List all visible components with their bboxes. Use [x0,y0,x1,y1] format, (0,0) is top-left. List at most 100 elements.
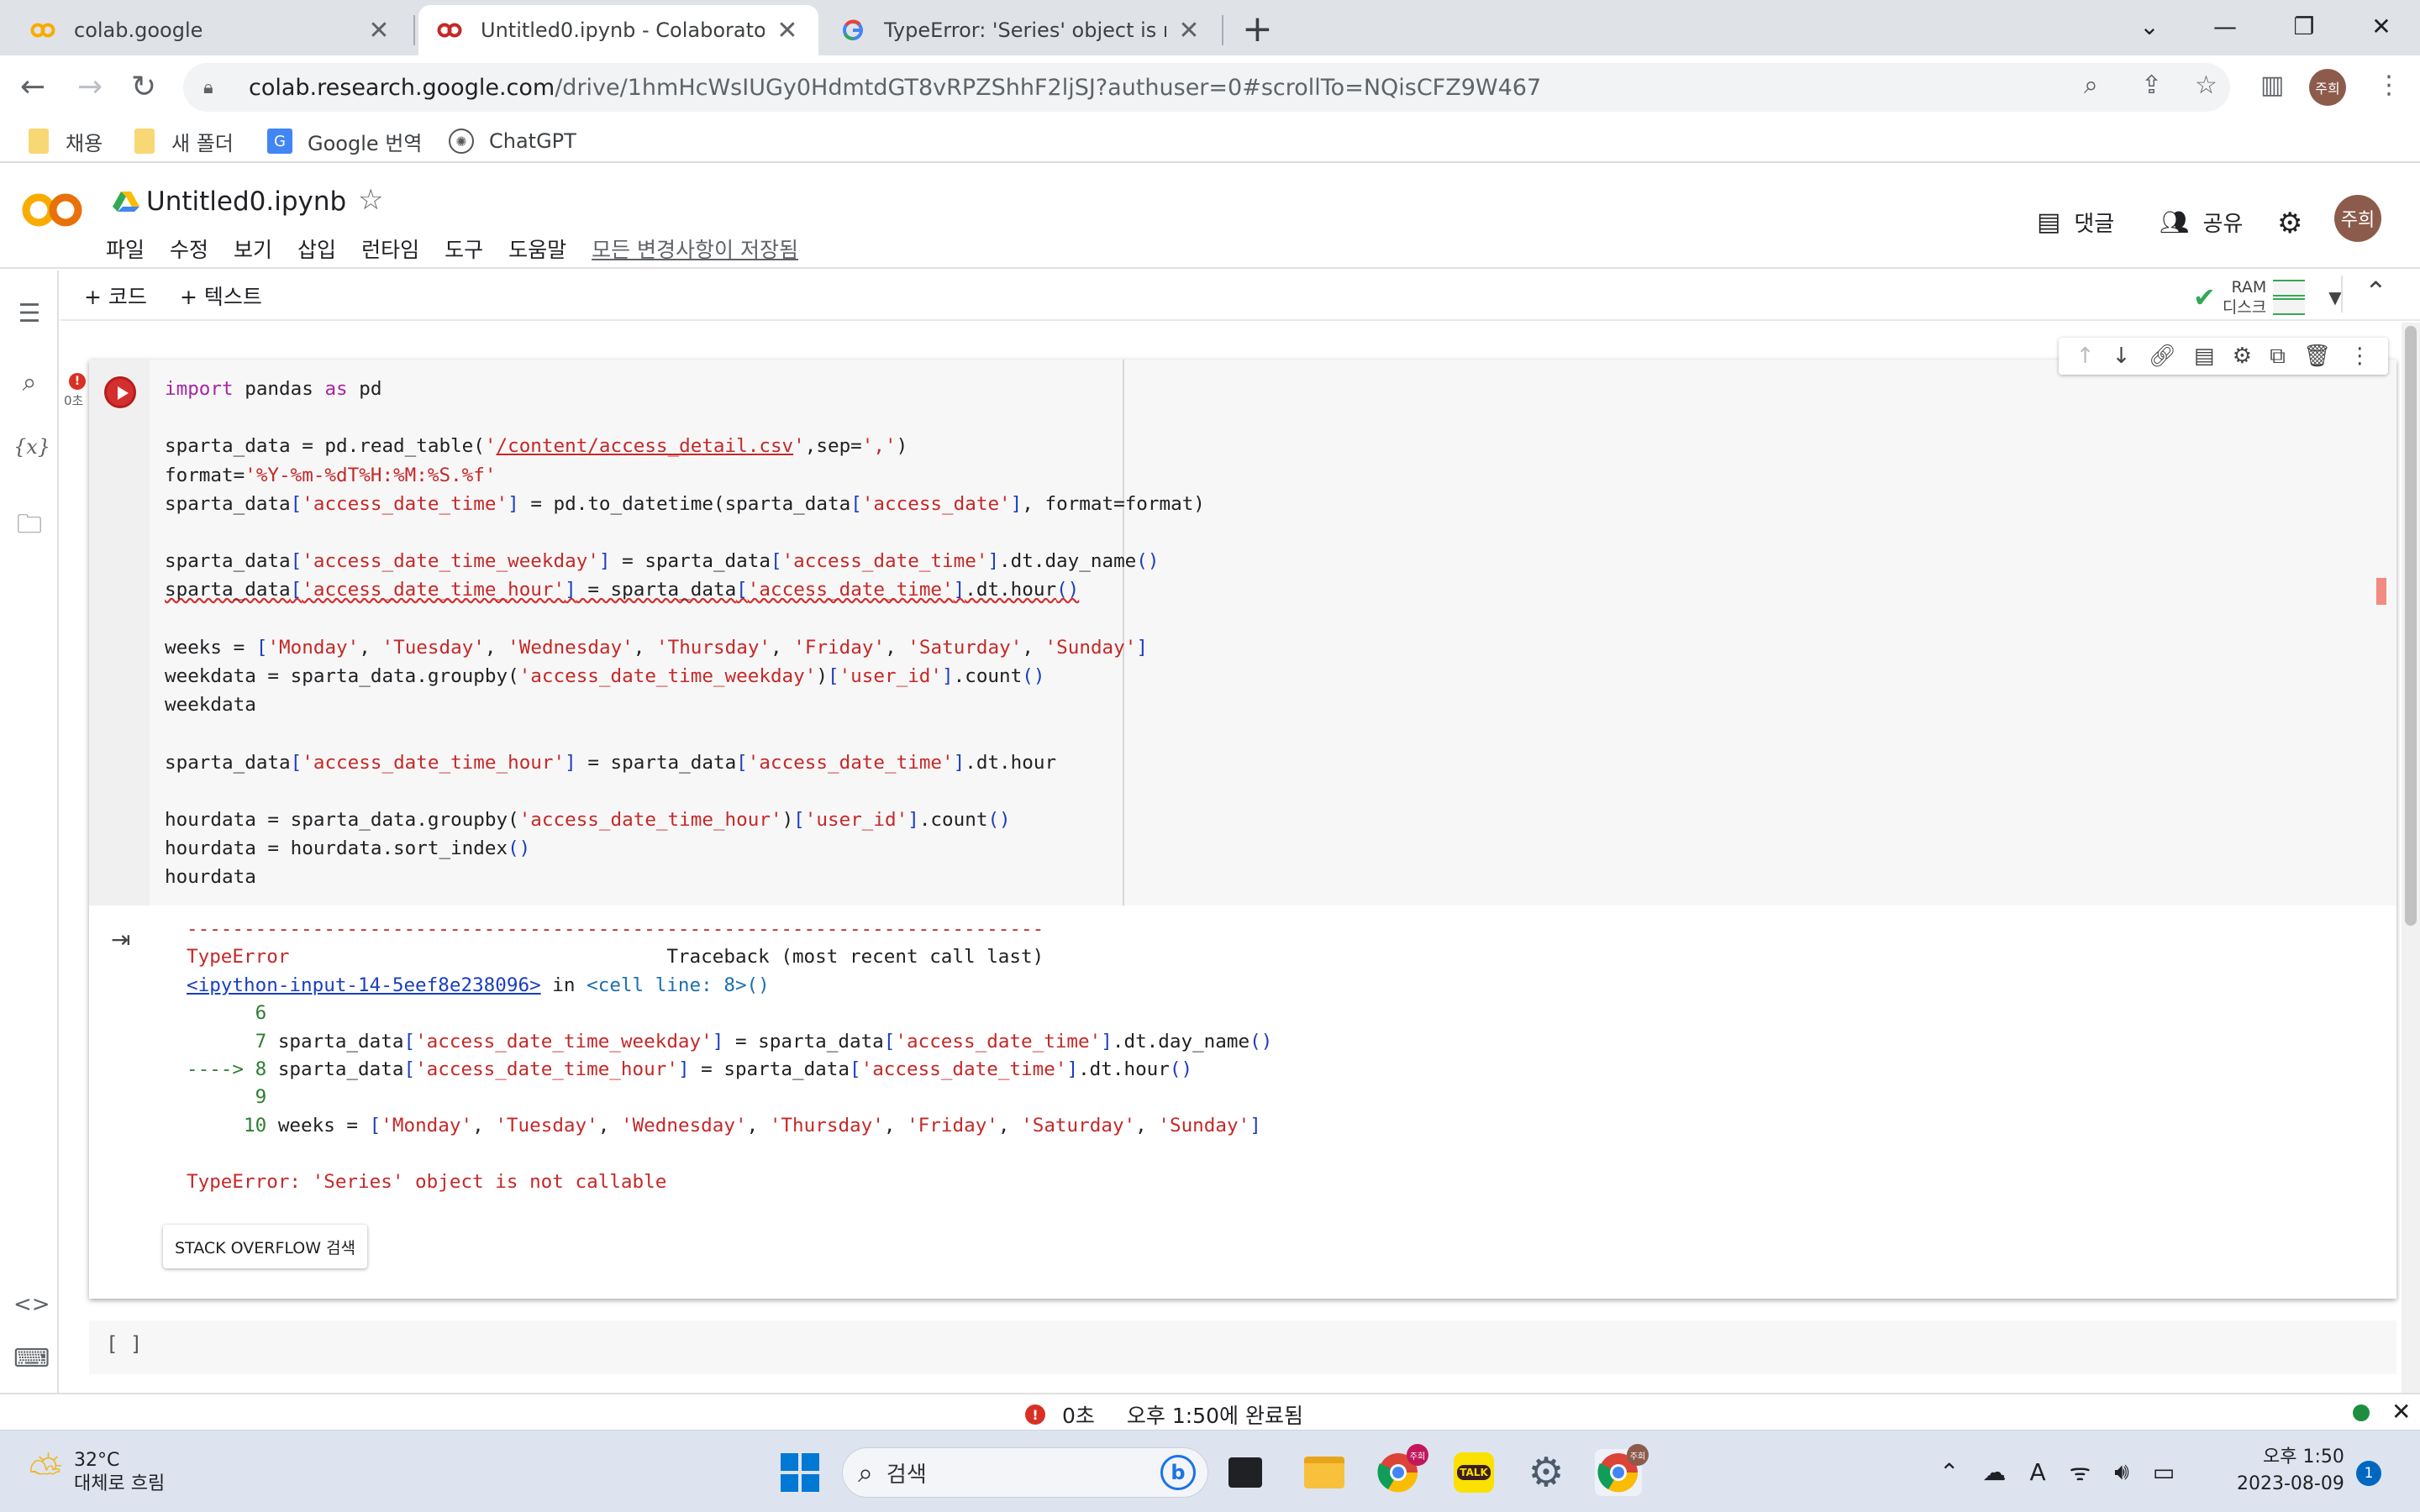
google-drive-icon[interactable] [113,190,139,217]
bookmark-chatgpt[interactable]: ✺ ChatGPT [449,124,576,158]
minimize-button[interactable]: — [2185,5,2265,47]
menu-file[interactable]: 파일 [106,234,145,264]
font-icon[interactable]: A [2029,1458,2045,1486]
add-code-button[interactable]: + 코드 [84,281,147,311]
mirror-cell-icon[interactable]: ⧉ [2270,344,2286,370]
reload-icon[interactable]: ↻ [131,69,156,106]
settings-gear-icon[interactable]: ⚙ [2233,344,2252,369]
resource-monitor[interactable]: ✔ RAM 디스크 ▼ [2193,277,2342,318]
windows-start-icon[interactable] [776,1449,823,1496]
tab-typeerror[interactable]: TypeError: 'Series' object is not ✕ [822,5,1220,55]
taskbar-search[interactable]: ⌕ 검색 b [842,1447,1208,1498]
stackoverflow-search-button[interactable]: STACK OVERFLOW 검색 [163,1225,368,1268]
ipython-input-link[interactable]: <ipython-input-14-5eef8e238096> [187,974,541,996]
saved-status[interactable]: 모든 변경사항이 저장됨 [592,234,798,264]
new-tab-button[interactable]: + [1242,8,1273,50]
folder-icon [134,129,155,154]
cell-toolbar: ↑ ↓ 🔗︎ ▤ ⚙ ⧉ 🗑︎ ⋮ [2059,338,2388,375]
chrome-active-icon[interactable]: 주희 [1595,1444,1649,1496]
comment-icon[interactable]: ▤ [2194,344,2215,369]
scrollbar-thumb[interactable] [2405,326,2417,926]
menu-tools[interactable]: 도구 [445,234,483,264]
battery-icon[interactable]: ▭ [2153,1458,2175,1486]
windows-taskbar: ⛅︎ 32°C 대체로 흐림 ⌕ 검색 b 주희 TALK ⚙ 주희 ⌃ ☁ A … [0,1430,2420,1512]
menu-insert[interactable]: 삽입 [297,234,336,264]
comment-icon: ▤ [2037,207,2061,237]
code-cell[interactable]: import pandas as pd sparta_data = pd.rea… [89,360,2396,1299]
bookmark-folder[interactable]: 새 폴더 [134,124,234,158]
wifi-icon[interactable]: ᯤ [2070,1456,2091,1488]
kebab-menu-icon[interactable]: ⋮ [2376,71,2402,100]
comment-button[interactable]: ▤ 댓글 [2037,207,2114,238]
tab-search-chevron-icon[interactable]: ⌄ [2109,5,2190,47]
close-icon[interactable]: ✕ [2391,1398,2411,1425]
folder-icon[interactable]: 🗀︎ [13,506,45,549]
output-actions-icon[interactable]: ⇥ [111,926,130,953]
menu-help[interactable]: 도움말 [508,234,566,264]
link-icon[interactable]: 🔗︎ [2149,344,2176,369]
notification-badge[interactable]: 1 [2356,1461,2381,1486]
forward-arrow-icon[interactable]: → [77,69,103,106]
share-page-icon[interactable]: ⇪ [2141,71,2162,100]
terminal-icon[interactable]: ⌨ [13,1344,50,1373]
zoom-icon[interactable]: ⌕ [2084,71,2098,100]
dropdown-arrow-icon[interactable]: ▼ [2328,287,2341,307]
restore-button[interactable]: ❐ [2264,5,2344,47]
settings-gear-icon[interactable]: ⚙ [2277,207,2302,240]
cell-output: ⇥ --------------------------------------… [89,906,2396,1299]
taskbar-clock[interactable]: 오후 1:50 2023-08-09 [2237,1444,2344,1498]
more-options-icon[interactable]: ⋮ [2349,344,2370,369]
bookmark-google-translate[interactable]: G Google 번역 [267,124,422,158]
colab-logo[interactable] [20,192,84,232]
google-translate-icon: G [267,129,292,154]
share-button[interactable]: 👥︎ 공유 [2160,207,2243,238]
tab-untitled0[interactable]: Untitled0.ipynb - Colaboratory ✕ [418,5,818,55]
empty-code-cell[interactable]: [ ] [89,1320,2396,1374]
address-bar[interactable]: 🔒︎ colab.research.google.com/drive/1hmHc… [183,63,2230,112]
code-text[interactable]: import pandas as pd sparta_data = pd.rea… [165,375,1205,892]
close-window-button[interactable]: ✕ [2341,5,2420,47]
chrome-icon[interactable]: 주희 [1375,1444,1428,1496]
tab-colab-google[interactable]: colab.google ✕ [12,5,410,55]
profile-avatar[interactable]: 주희 [2309,69,2346,106]
delete-icon[interactable]: 🗑︎ [2303,344,2331,369]
task-view-icon[interactable] [1222,1449,1269,1496]
notebook-title[interactable]: Untitled0.ipynb [146,186,346,217]
menu-edit[interactable]: 수정 [170,234,208,264]
chevron-up-icon[interactable]: ⌃ [1939,1458,1959,1486]
table-of-contents-icon[interactable]: ☰ [13,299,45,328]
bookmark-folder[interactable]: 채용 [29,124,103,158]
add-text-button[interactable]: + 텍스트 [180,281,262,311]
star-icon[interactable]: ☆ [358,183,383,217]
scrollbar[interactable] [2402,323,2420,1393]
side-panel-icon[interactable]: ▥ [2260,71,2284,100]
settings-gear-icon[interactable]: ⚙ [1523,1449,1570,1496]
volume-icon[interactable]: 🔊︎ [2114,1457,2129,1486]
code-editor[interactable]: import pandas as pd sparta_data = pd.rea… [150,360,2396,906]
menu-runtime[interactable]: 런타임 [361,234,419,264]
close-icon[interactable]: ✕ [775,16,800,45]
variables-icon[interactable]: {x} [13,435,50,459]
execution-summary[interactable]: ! 0초 오후 1:50에 완료됨 [1025,1399,1303,1430]
onedrive-icon[interactable]: ☁ [1982,1458,2006,1486]
close-icon[interactable]: ✕ [366,16,392,45]
file-explorer-icon[interactable] [1301,1449,1348,1496]
bookmark-star-icon[interactable]: ☆ [2195,71,2217,100]
bookmarks-bar: 채용 새 폴더 G Google 번역 ✺ ChatGPT [0,119,2420,163]
user-avatar[interactable]: 주희 [2334,195,2381,242]
search-icon[interactable]: ⌕ [13,368,45,397]
error-badge-icon: ! [69,373,86,390]
move-up-icon[interactable]: ↑ [2076,344,2095,369]
kakaotalk-icon[interactable]: TALK [1450,1449,1497,1496]
execution-status: ! 0초 [64,373,86,409]
weather-widget[interactable]: ⛅︎ 32°C 대체로 흐림 [29,1447,165,1497]
menu-view[interactable]: 보기 [234,234,272,264]
run-cell-button[interactable] [104,376,136,408]
search-icon: ⌕ [858,1456,873,1488]
move-down-icon[interactable]: ↓ [2112,344,2131,369]
close-icon[interactable]: ✕ [1176,16,1202,45]
collapse-chevron-icon[interactable]: ⌃ [2365,276,2387,307]
back-arrow-icon[interactable]: ← [20,69,45,106]
code-snippets-icon[interactable]: <> [13,1292,50,1317]
tab-title: colab.google [74,18,203,42]
